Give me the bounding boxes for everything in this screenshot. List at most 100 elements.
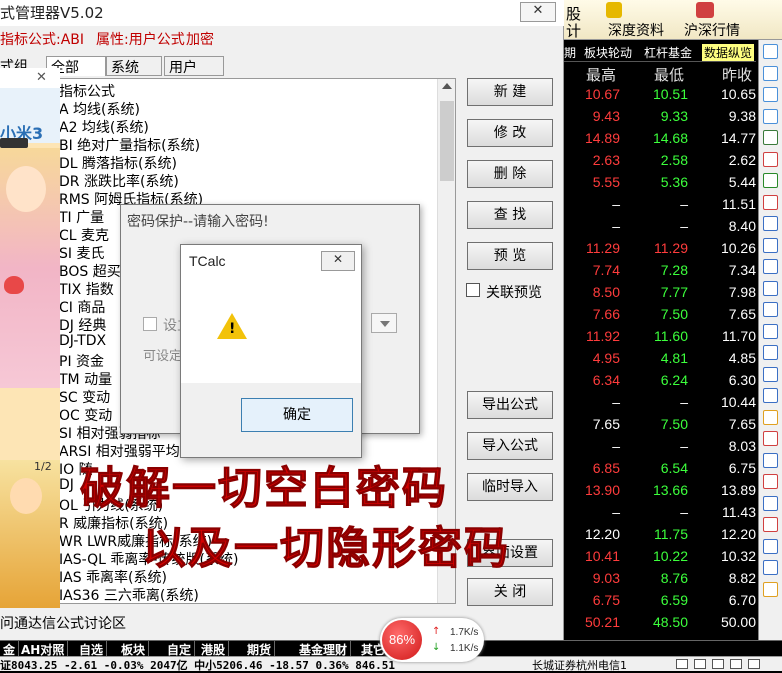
delete-button[interactable]: 删 除	[467, 160, 553, 188]
forum-link[interactable]: 问通达信公式讨论区	[0, 613, 126, 633]
toolbar-icon[interactable]	[763, 495, 778, 511]
quote-top-tabs: 股 计 深度资料 沪深行情	[556, 0, 782, 40]
formula-list-item[interactable]: BI 绝对广量指标(系统)	[59, 135, 200, 155]
tab-system[interactable]: 系统	[106, 56, 162, 76]
formula-list-item[interactable]: SI 麦氏	[59, 243, 104, 263]
ad-page-indicator[interactable]: 1/2	[34, 460, 52, 473]
formula-list-item[interactable]: PI 资金	[59, 351, 104, 371]
formula-list-item[interactable]: TIX 指数	[59, 279, 114, 299]
edit-button[interactable]: 修 改	[467, 119, 553, 147]
formula-list-item[interactable]: 指标公式	[59, 81, 115, 101]
top-tab-market[interactable]: 沪深行情	[684, 20, 740, 40]
window-close-button[interactable]: ✕	[520, 2, 556, 22]
formula-list-item[interactable]: CL 麦克	[59, 225, 109, 245]
password-dialog-title: 密码保护--请输入密码!	[127, 214, 269, 230]
toolbar-icon[interactable]	[763, 173, 778, 188]
formula-list-item[interactable]: DJ 经典	[59, 315, 106, 335]
formula-list-item[interactable]: BOS 超买	[59, 261, 121, 281]
toolbar-icon[interactable]	[763, 108, 778, 124]
tab-leveraged-fund[interactable]: 杠杆基金	[644, 44, 692, 61]
quote-cell: 10.51	[652, 86, 688, 102]
tcalc-ok-button[interactable]: 确定	[241, 398, 353, 432]
toolbar-icon[interactable]	[763, 130, 778, 145]
overlay-line-1: 破解一切空白密码	[80, 463, 448, 515]
status-icon-2[interactable]	[694, 659, 706, 669]
preview-button[interactable]: 预 览	[467, 242, 553, 270]
find-button[interactable]: 查 找	[467, 201, 553, 229]
temp-import-button[interactable]: 临时导入	[467, 473, 553, 501]
formula-list-item[interactable]: TM 动量	[59, 369, 112, 389]
close-button[interactable]: 关 闭	[467, 578, 553, 606]
new-button[interactable]: 新 建	[467, 78, 553, 106]
toolbar-icon[interactable]	[763, 259, 778, 274]
toolbar-icon[interactable]	[763, 388, 778, 403]
scroll-thumb[interactable]	[440, 101, 454, 181]
toolbar-icon[interactable]	[763, 538, 778, 554]
toolbar-icon[interactable]	[763, 366, 778, 382]
toolbar-icon[interactable]	[763, 452, 778, 468]
toolbar-icon[interactable]	[763, 581, 778, 597]
ad-close-icon[interactable]: ✕	[36, 70, 47, 85]
toolbar-icon[interactable]	[763, 216, 778, 231]
toolbar-icon[interactable]	[763, 44, 778, 59]
tab-period[interactable]: 期	[564, 44, 576, 61]
formula-list-item[interactable]: TI 广量	[59, 207, 104, 227]
quote-cell: 2.62	[728, 152, 756, 168]
toolbar-icon[interactable]	[763, 302, 778, 317]
quote-cell: 8.82	[728, 570, 756, 586]
network-widget[interactable]: 86% ↑ 1.7K/s ↓ 1.1K/s	[380, 618, 484, 662]
quote-cell: 10.26	[720, 240, 756, 256]
top-tab-depth[interactable]: 深度资料	[608, 20, 664, 40]
quote-cell: 8.50	[592, 284, 620, 300]
toolbar-icon[interactable]	[763, 323, 778, 339]
quote-cell: 6.34	[592, 372, 620, 388]
status-icon-1[interactable]	[676, 659, 688, 669]
status-icon-3[interactable]	[712, 659, 724, 669]
formula-list-item[interactable]: DJ	[59, 477, 74, 493]
assoc-preview-checkbox[interactable]	[466, 283, 480, 297]
toolbar-icon[interactable]	[763, 345, 778, 360]
toolbar-icon[interactable]	[763, 517, 778, 532]
toolbar-icon[interactable]	[763, 474, 778, 489]
toolbar-icon[interactable]	[763, 194, 778, 210]
export-formula-button[interactable]: 导出公式	[467, 391, 553, 419]
tab-user[interactable]: 用户	[164, 56, 224, 76]
window-title: 式管理器V5.02	[0, 4, 104, 22]
quote-cell: 11.75	[654, 526, 688, 542]
toolbar-icon[interactable]	[763, 280, 778, 296]
import-formula-button[interactable]: 导入公式	[467, 432, 553, 460]
toolbar-icon[interactable]	[763, 431, 778, 446]
password-dropdown[interactable]	[371, 313, 397, 333]
top-tab-stock-sub[interactable]: 计	[566, 20, 581, 41]
toolbar-icon[interactable]	[763, 409, 778, 425]
tab-data-overview[interactable]: 数据纵览	[702, 44, 755, 61]
scroll-up-arrow-icon[interactable]	[442, 83, 452, 89]
quote-cell: 7.77	[660, 284, 688, 300]
toolbar-icon[interactable]	[763, 560, 778, 575]
quote-cell: 6.24	[660, 372, 688, 388]
toolbar-icon[interactable]	[763, 65, 778, 81]
password-set-checkbox[interactable]	[143, 317, 157, 331]
quote-cell: 12.20	[720, 526, 756, 542]
toolbar-icon[interactable]	[763, 87, 778, 102]
status-icon-5[interactable]	[748, 659, 760, 669]
formula-list-item[interactable]: CI 商品	[59, 297, 105, 317]
formula-list-item[interactable]: OC 变动	[59, 405, 112, 425]
quote-cell: 8.03	[728, 438, 756, 454]
quote-cell: –	[612, 438, 620, 454]
window-titlebar: 式管理器V5.02 ✕	[0, 0, 564, 26]
formula-list-item[interactable]: A2 均线(系统)	[59, 117, 149, 137]
status-icon-4[interactable]	[730, 659, 742, 669]
toolbar-icon[interactable]	[763, 237, 778, 253]
tcalc-close-button[interactable]: ✕	[321, 251, 355, 271]
encrypt-label: 加密	[186, 32, 214, 48]
tab-sector-rotation[interactable]: 板块轮动	[584, 44, 632, 61]
formula-list-item[interactable]: DR 涨跌比率(系统)	[59, 171, 179, 191]
formula-list-item[interactable]: A 均线(系统)	[59, 99, 140, 119]
formula-list-item[interactable]: DJ-TDX	[59, 333, 106, 349]
quote-cell: 6.70	[728, 592, 756, 608]
formula-list-item[interactable]: IAS36 三六乖离(系统)	[59, 585, 199, 605]
toolbar-icon[interactable]	[763, 151, 778, 167]
formula-list-item[interactable]: SC 变动	[59, 387, 110, 407]
formula-list-item[interactable]: DL 腾落指标(系统)	[59, 153, 177, 173]
